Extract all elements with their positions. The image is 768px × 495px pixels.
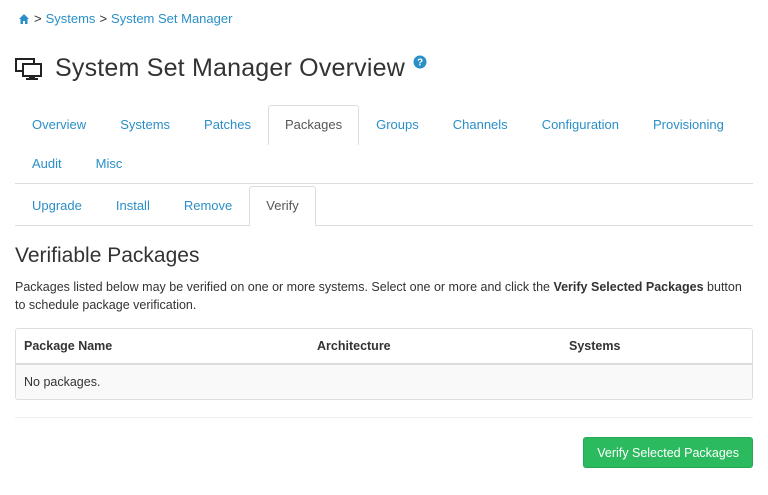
tab-packages[interactable]: Packages — [268, 105, 360, 145]
column-header-systems[interactable]: Systems — [561, 339, 620, 353]
tab-remove[interactable]: Remove — [167, 186, 249, 225]
svg-text:?: ? — [417, 57, 423, 68]
tab-systems[interactable]: Systems — [103, 105, 187, 144]
tab-audit[interactable]: Audit — [15, 144, 79, 183]
primary-tabs: Overview Systems Patches Packages Groups Chan… — [15, 105, 753, 184]
description-button-ref: Verify Selected Packages — [553, 280, 704, 294]
help-icon[interactable]: ? — [413, 55, 427, 69]
breadcrumb-separator: > — [99, 11, 108, 26]
tab-channels[interactable]: Channels — [436, 105, 525, 144]
home-icon[interactable] — [18, 13, 30, 25]
tab-provisioning[interactable]: Provisioning — [636, 105, 741, 144]
column-header-package-name[interactable]: Package Name — [16, 339, 309, 353]
column-header-architecture[interactable]: Architecture — [309, 339, 561, 353]
tab-install[interactable]: Install — [99, 186, 167, 225]
description-text: Packages listed below may be verified on… — [15, 280, 554, 294]
breadcrumb: > Systems > System Set Manager — [18, 11, 232, 26]
tab-misc[interactable]: Misc — [79, 144, 140, 183]
breadcrumb-systems-link[interactable]: Systems — [46, 11, 96, 26]
table-empty-row: No packages. — [16, 365, 752, 399]
tab-groups[interactable]: Groups — [359, 105, 436, 144]
system-set-icon — [15, 57, 42, 80]
tab-verify[interactable]: Verify — [249, 186, 316, 226]
packages-table: Package Name Architecture Systems No pac… — [15, 328, 753, 400]
divider — [15, 417, 753, 418]
tab-configuration[interactable]: Configuration — [525, 105, 636, 144]
secondary-tabs: Upgrade Install Remove Verify — [15, 186, 753, 226]
page-header: System Set Manager Overview ? — [15, 54, 427, 83]
breadcrumb-ssm-link[interactable]: System Set Manager — [111, 11, 232, 26]
page-title: System Set Manager Overview — [55, 54, 405, 82]
breadcrumb-separator: > — [34, 11, 42, 26]
tab-overview[interactable]: Overview — [15, 105, 103, 144]
section-title: Verifiable Packages — [15, 244, 200, 267]
verify-selected-packages-button[interactable]: Verify Selected Packages — [583, 437, 753, 468]
table-header: Package Name Architecture Systems — [16, 329, 752, 365]
tab-patches[interactable]: Patches — [187, 105, 268, 144]
tab-upgrade[interactable]: Upgrade — [15, 186, 99, 225]
section-description: Packages listed below may be verified on… — [15, 278, 745, 314]
